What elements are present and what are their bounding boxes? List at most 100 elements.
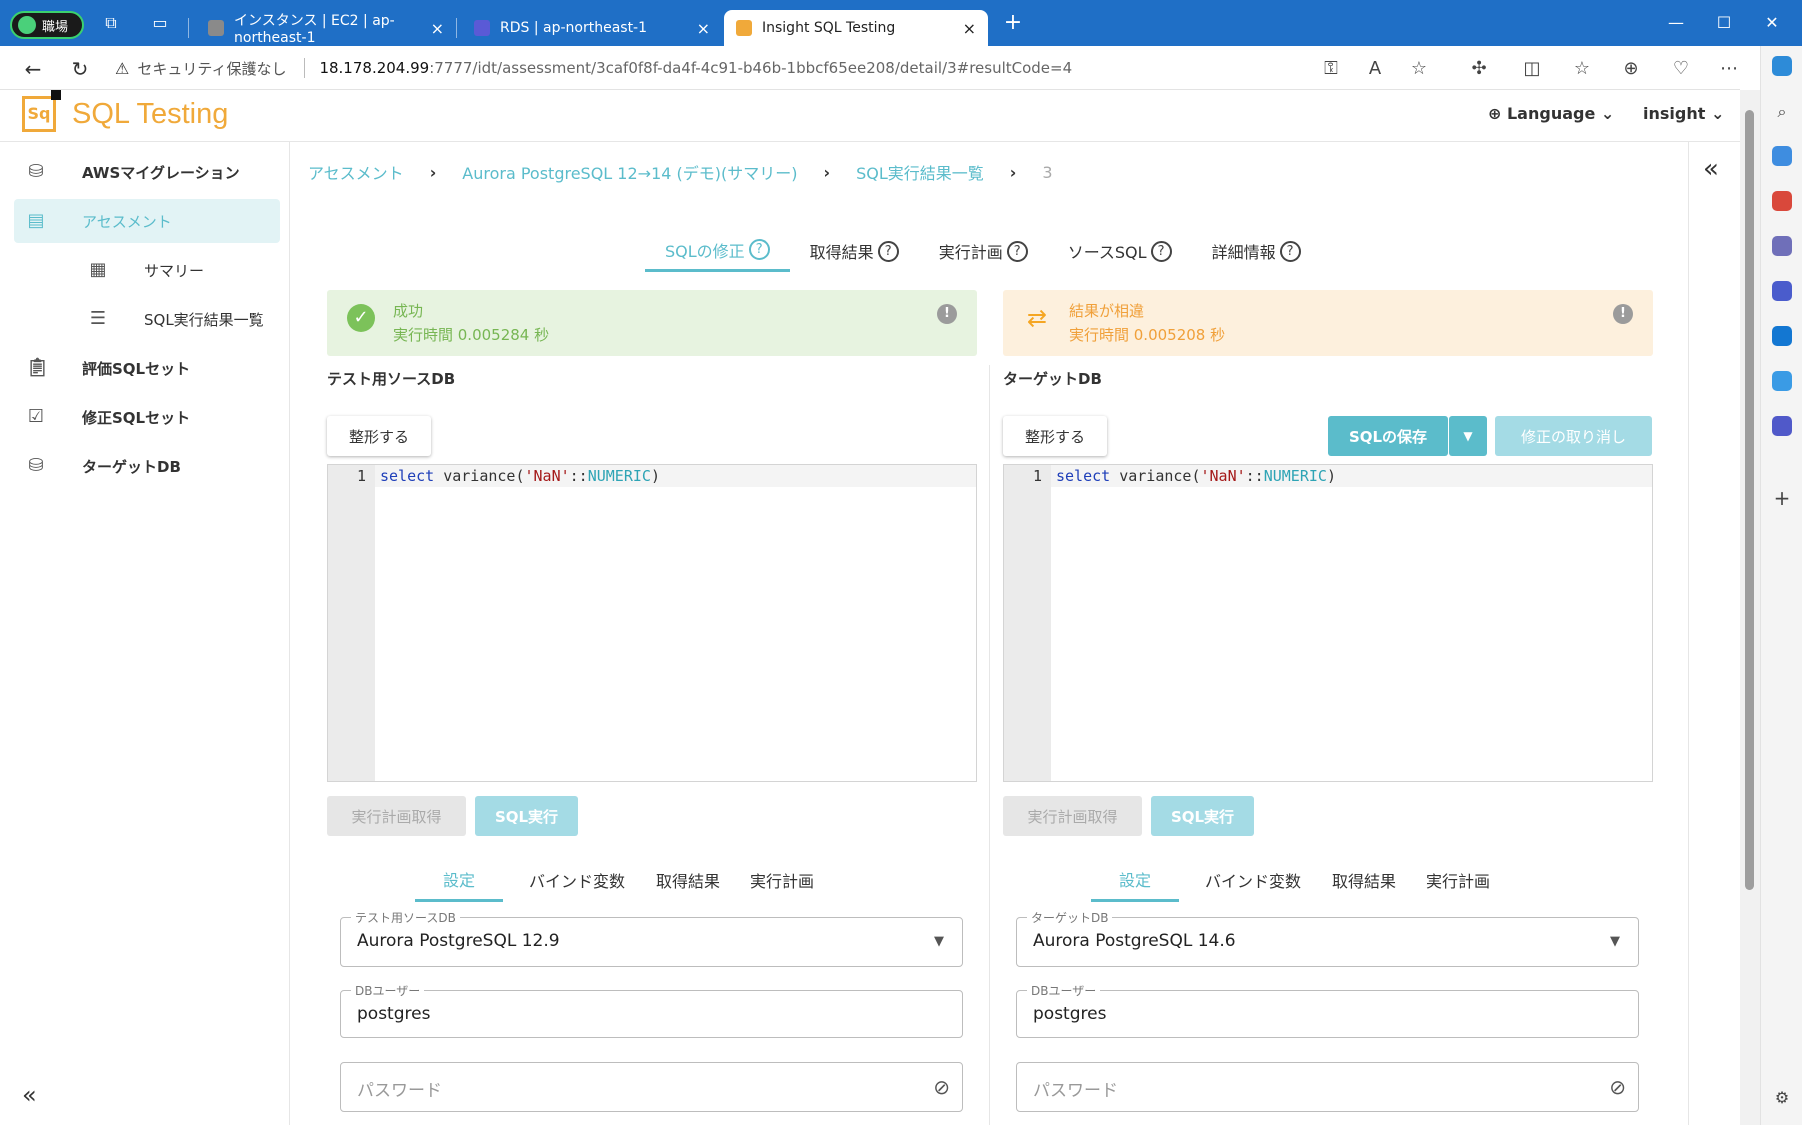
get-plan-button[interactable]: 実行計画取得 — [327, 796, 466, 836]
browser-titlebar: 職場 ⧉ ▭ インスタンス | EC2 | ap-northeast-1 × R… — [0, 0, 1802, 46]
split-screen-icon[interactable]: ◫ — [1519, 57, 1545, 81]
db-user-field[interactable]: DBユーザー postgres — [340, 982, 963, 1038]
info-icon[interactable]: ! — [937, 304, 957, 324]
tab-ec2[interactable]: インスタンス | EC2 | ap-northeast-1 × — [196, 10, 456, 46]
save-options-dropdown-icon[interactable]: ▼ — [1449, 416, 1487, 456]
help-icon[interactable]: ? — [877, 240, 899, 262]
add-icon[interactable]: + — [1772, 486, 1792, 510]
tab-fetch-results[interactable]: 取得結果 ? — [790, 230, 919, 272]
tab-sql-fix[interactable]: SQLの修正 ? — [645, 230, 790, 272]
sql-editor[interactable]: 1 select variance('NaN'::NUMERIC) — [1003, 464, 1653, 782]
subtab-execution-plan[interactable]: 実行計画 — [737, 858, 827, 902]
search-icon[interactable]: ⌕ — [1772, 102, 1792, 122]
teams-icon[interactable] — [1772, 416, 1792, 436]
page-scrollbar[interactable] — [1740, 90, 1760, 1125]
save-sql-button[interactable]: SQLの保存 — [1328, 416, 1448, 456]
read-aloud-icon[interactable]: A — [1362, 57, 1388, 81]
profile-button[interactable]: 職場 — [10, 11, 85, 39]
tab-label: SQLの修正 — [665, 241, 745, 261]
sidebar-item-aws-migration[interactable]: ⛁ AWSマイグレーション — [14, 150, 280, 194]
sidebar-item-eval-sql-set[interactable]: 📋︎ 評価SQLセット — [14, 346, 280, 390]
address-bar[interactable]: ⚠ セキュリティ保護なし 18.178.204.99 :7777/idt/ass… — [115, 50, 1425, 86]
back-icon[interactable]: ← — [20, 56, 46, 82]
subtab-settings[interactable]: 設定 — [415, 858, 503, 902]
favorite-star-icon[interactable]: ☆ — [1406, 57, 1432, 81]
password-field[interactable]: パスワード ⊘ — [1016, 1062, 1639, 1112]
breadcrumb-assessment-summary[interactable]: Aurora PostgreSQL 12→14 (デモ)(サマリー) — [462, 160, 797, 184]
user-menu[interactable]: insight ⌄ — [1643, 104, 1724, 123]
more-options-icon[interactable]: ⋯ — [1716, 57, 1742, 81]
insight-favicon-icon — [736, 20, 752, 36]
outlook-icon[interactable] — [1772, 326, 1792, 346]
subtab-bind-variables[interactable]: バインド変数 — [517, 858, 637, 902]
new-tab-button[interactable]: + — [1003, 12, 1023, 34]
code-line[interactable]: select variance('NaN'::NUMERIC) — [375, 465, 976, 487]
format-button[interactable]: 整形する — [1003, 416, 1107, 456]
info-icon[interactable]: ! — [1613, 304, 1633, 324]
check-circle-icon: ✓ — [347, 304, 375, 332]
sidebar-item-target-db[interactable]: ⛁ ターゲットDB — [14, 444, 280, 488]
copilot-icon[interactable] — [1772, 56, 1792, 76]
help-icon[interactable]: ? — [1150, 240, 1172, 262]
favorites-icon[interactable]: ☆ — [1569, 57, 1595, 81]
chevron-right-icon: › — [1009, 162, 1017, 182]
tab-close-icon[interactable]: × — [963, 19, 976, 38]
expand-panel-icon[interactable]: « — [1703, 154, 1719, 184]
sql-editor[interactable]: 1 select variance('NaN'::NUMERIC) — [327, 464, 977, 782]
tab-close-icon[interactable]: × — [431, 19, 444, 38]
m365-icon[interactable] — [1772, 281, 1792, 301]
db-user-field[interactable]: DBユーザー postgres — [1016, 982, 1639, 1038]
eye-off-icon[interactable]: ⊘ — [1609, 1075, 1626, 1099]
extensions-icon[interactable]: ✣ — [1466, 57, 1492, 81]
subtab-fetch-results[interactable]: 取得結果 — [1321, 858, 1407, 902]
dropdown-arrow-icon: ▼ — [934, 934, 944, 949]
browser-essentials-icon[interactable]: ♡ — [1668, 57, 1694, 81]
undo-fix-button[interactable]: 修正の取り消し — [1495, 416, 1652, 456]
tools-icon[interactable] — [1772, 191, 1792, 211]
eye-off-icon[interactable]: ⊘ — [933, 1075, 950, 1099]
db-select[interactable]: ターゲットDB Aurora PostgreSQL 14.6 ▼ — [1016, 909, 1639, 967]
tab-close-icon[interactable]: × — [697, 19, 710, 38]
help-icon[interactable]: ? — [1279, 240, 1301, 262]
breadcrumb-sql-results[interactable]: SQL実行結果一覧 — [856, 160, 984, 184]
status-time: 実行時間 0.005284 秒 — [393, 326, 550, 344]
tab-insight-sql-testing[interactable]: Insight SQL Testing × — [724, 10, 988, 46]
get-plan-button[interactable]: 実行計画取得 — [1003, 796, 1142, 836]
settings-gear-icon[interactable]: ⚙ — [1772, 1088, 1792, 1108]
subtab-execution-plan[interactable]: 実行計画 — [1413, 858, 1503, 902]
tab-details[interactable]: 詳細情報 ? — [1192, 230, 1321, 272]
workspaces-icon[interactable]: ⧉ — [101, 14, 121, 32]
tab-execution-plan[interactable]: 実行計画 ? — [919, 230, 1048, 272]
help-icon[interactable]: ? — [748, 239, 770, 260]
code-line[interactable]: select variance('NaN'::NUMERIC) — [1051, 465, 1652, 487]
run-sql-button[interactable]: SQL実行 — [475, 796, 578, 836]
db-select[interactable]: テスト用ソースDB Aurora PostgreSQL 12.9 ▼ — [340, 909, 963, 967]
subtab-fetch-results[interactable]: 取得結果 — [645, 858, 731, 902]
sidebar-item-fix-sql-set[interactable]: ☑ 修正SQLセット — [14, 395, 280, 439]
close-window-icon[interactable]: ✕ — [1742, 8, 1802, 38]
subtab-bind-variables[interactable]: バインド変数 — [1193, 858, 1313, 902]
tab-source-sql[interactable]: ソースSQL ? — [1048, 230, 1192, 272]
password-field[interactable]: パスワード ⊘ — [340, 1062, 963, 1112]
collections-icon[interactable]: ⊕ — [1618, 57, 1644, 81]
send-icon[interactable] — [1772, 371, 1792, 391]
tab-rds[interactable]: RDS | ap-northeast-1 × — [462, 10, 722, 46]
tab-actions-icon[interactable]: ▭ — [150, 14, 170, 32]
shopping-icon[interactable] — [1772, 146, 1792, 166]
url-host: 18.178.204.99 — [319, 59, 430, 77]
reload-icon[interactable]: ↻ — [67, 56, 93, 82]
sidebar-item-assessment[interactable]: ▤ アセスメント — [14, 199, 280, 243]
format-button[interactable]: 整形する — [327, 416, 431, 456]
run-sql-button[interactable]: SQL実行 — [1151, 796, 1254, 836]
breadcrumb-assessment[interactable]: アセスメント — [308, 160, 404, 184]
games-icon[interactable] — [1772, 236, 1792, 256]
subtab-settings[interactable]: 設定 — [1091, 858, 1179, 902]
logo-icon: Sq — [22, 90, 61, 132]
language-menu[interactable]: ⊕ Language ⌄ — [1488, 104, 1614, 123]
key-icon[interactable]: ⚿ — [1318, 57, 1344, 81]
help-icon[interactable]: ? — [1006, 240, 1028, 262]
sidebar-item-summary[interactable]: ▦ サマリー — [14, 248, 280, 292]
scrollbar-thumb[interactable] — [1745, 110, 1754, 890]
sidebar-item-sql-results[interactable]: ☰ SQL実行結果一覧 — [14, 297, 280, 341]
sidebar-collapse-icon[interactable]: « — [22, 1081, 37, 1109]
